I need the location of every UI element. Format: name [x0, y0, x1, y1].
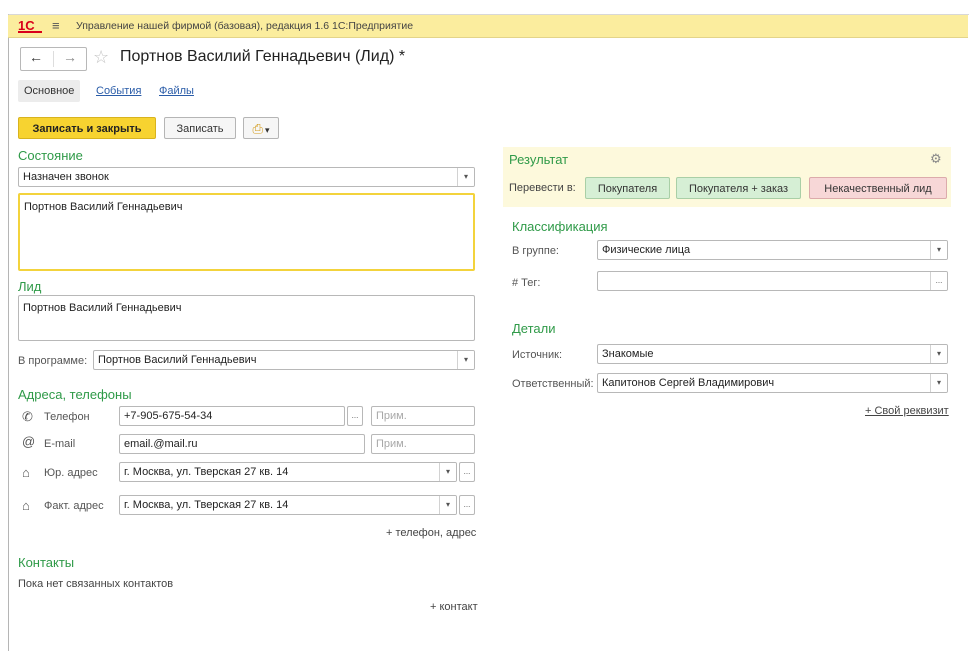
- contacts-section-title: Контакты: [18, 555, 75, 570]
- forward-icon[interactable]: →: [63, 49, 77, 65]
- lead-textarea[interactable]: Портнов Василий Геннадьевич: [18, 295, 475, 341]
- email-label: E-mail: [44, 438, 76, 450]
- state-select[interactable]: Назначен звонок ▾: [18, 167, 475, 187]
- contacts-empty-text: Пока нет связанных контактов: [18, 578, 174, 590]
- tag-field[interactable]: ...: [597, 271, 948, 291]
- convert-buyer-button[interactable]: Покупателя: [585, 177, 670, 199]
- program-value: Портнов Василий Геннадьевич: [98, 354, 257, 366]
- print-icon: ⎙: [252, 121, 263, 136]
- chevron-down-icon[interactable]: ▾: [457, 351, 474, 369]
- program-label: В программе:: [18, 355, 88, 367]
- add-contact-link[interactable]: + контакт: [430, 601, 478, 613]
- state-value: Назначен звонок: [23, 171, 109, 183]
- source-select[interactable]: Знакомые ▾: [597, 344, 948, 364]
- email-note-field[interactable]: Прим.: [371, 434, 475, 454]
- legal-address-field[interactable]: г. Москва, ул. Тверская 27 кв. 14 ▾: [119, 462, 457, 482]
- gear-icon[interactable]: ⚙: [930, 151, 942, 167]
- phone-label: Телефон: [44, 411, 90, 423]
- fact-address-label: Факт. адрес: [44, 500, 104, 512]
- app-title: Управление нашей фирмой (базовая), редак…: [76, 20, 414, 32]
- legal-address-more-button[interactable]: ...: [459, 462, 475, 482]
- back-icon[interactable]: ←: [29, 49, 43, 65]
- title-bar: 1С ≡ Управление нашей фирмой (базовая), …: [8, 15, 968, 38]
- phone-more-button[interactable]: ...: [347, 406, 363, 426]
- chevron-down-icon[interactable]: ▾: [930, 374, 947, 392]
- legal-address-label: Юр. адрес: [44, 467, 98, 479]
- email-note-placeholder: Прим.: [376, 438, 407, 450]
- fact-address-more-button[interactable]: ...: [459, 495, 475, 515]
- group-value: Физические лица: [602, 244, 691, 256]
- group-label: В группе:: [512, 245, 559, 257]
- add-phone-address-link[interactable]: + телефон, адрес: [386, 527, 476, 539]
- chevron-down-icon[interactable]: ▾: [439, 496, 456, 514]
- phone-value: +7-905-675-54-34: [124, 410, 213, 422]
- fact-address-field[interactable]: г. Москва, ул. Тверская 27 кв. 14 ▾: [119, 495, 457, 515]
- phone-field[interactable]: +7-905-675-54-34: [119, 406, 345, 426]
- legal-address-value: г. Москва, ул. Тверская 27 кв. 14: [124, 466, 289, 478]
- phone-icon: ✆: [22, 409, 33, 424]
- state-comment-textarea[interactable]: Портнов Василий Геннадьевич: [18, 193, 475, 271]
- house-icon: ⌂: [22, 498, 30, 513]
- more-icon[interactable]: ...: [930, 272, 947, 290]
- lead-section-title: Лид: [18, 279, 42, 294]
- addresses-section-title: Адреса, телефоны: [18, 387, 132, 402]
- chevron-down-icon[interactable]: ▾: [930, 345, 947, 363]
- chevron-down-icon[interactable]: ▾: [930, 241, 947, 259]
- save-button[interactable]: Записать: [164, 117, 236, 139]
- chevron-down-icon[interactable]: ▾: [439, 463, 456, 481]
- logo-underline: [18, 31, 42, 33]
- house-icon: ⌂: [22, 465, 30, 480]
- state-comment-text: Портнов Василий Геннадьевич: [24, 201, 183, 213]
- group-select[interactable]: Физические лица ▾: [597, 240, 948, 260]
- save-and-close-button[interactable]: Записать и закрыть: [18, 117, 156, 139]
- favorite-star-icon[interactable]: ☆: [93, 47, 109, 67]
- chevron-down-icon[interactable]: ▾: [457, 168, 474, 186]
- menu-icon[interactable]: ≡: [52, 18, 60, 33]
- responsible-select[interactable]: Капитонов Сергей Владимирович ▾: [597, 373, 948, 393]
- source-label: Источник:: [512, 349, 563, 361]
- phone-note-field[interactable]: Прим.: [371, 406, 475, 426]
- print-menu-button[interactable]: ⎙ ▾: [243, 117, 279, 139]
- nav-separator: [53, 51, 54, 67]
- tab-files[interactable]: Файлы: [159, 85, 194, 97]
- lead-text: Портнов Василий Геннадьевич: [23, 302, 182, 314]
- tab-events[interactable]: События: [96, 85, 141, 97]
- email-icon: @: [22, 434, 36, 449]
- custom-field-link[interactable]: + Свой реквизит: [865, 405, 949, 417]
- bad-lead-button[interactable]: Некачественный лид: [809, 177, 947, 199]
- source-value: Знакомые: [602, 348, 654, 360]
- page-title: Портнов Василий Геннадьевич (Лид) *: [120, 48, 406, 65]
- result-section-title: Результат: [509, 152, 569, 167]
- convert-label: Перевести в:: [509, 182, 576, 194]
- program-select[interactable]: Портнов Василий Геннадьевич ▾: [93, 350, 475, 370]
- email-value: email.@mail.ru: [124, 438, 198, 450]
- nav-buttons: ← →: [20, 47, 87, 71]
- phone-note-placeholder: Прим.: [376, 410, 407, 422]
- tab-main[interactable]: Основное: [18, 80, 81, 102]
- responsible-label: Ответственный:: [512, 378, 594, 390]
- state-section-title: Состояние: [18, 148, 83, 163]
- tag-label: # Тег:: [512, 277, 541, 289]
- email-field[interactable]: email.@mail.ru: [119, 434, 365, 454]
- details-section-title: Детали: [512, 321, 556, 336]
- fact-address-value: г. Москва, ул. Тверская 27 кв. 14: [124, 499, 289, 511]
- classification-section-title: Классификация: [512, 219, 608, 234]
- chevron-down-icon: ▾: [264, 125, 270, 135]
- convert-buyer-order-button[interactable]: Покупателя + заказ: [676, 177, 801, 199]
- responsible-value: Капитонов Сергей Владимирович: [602, 377, 775, 389]
